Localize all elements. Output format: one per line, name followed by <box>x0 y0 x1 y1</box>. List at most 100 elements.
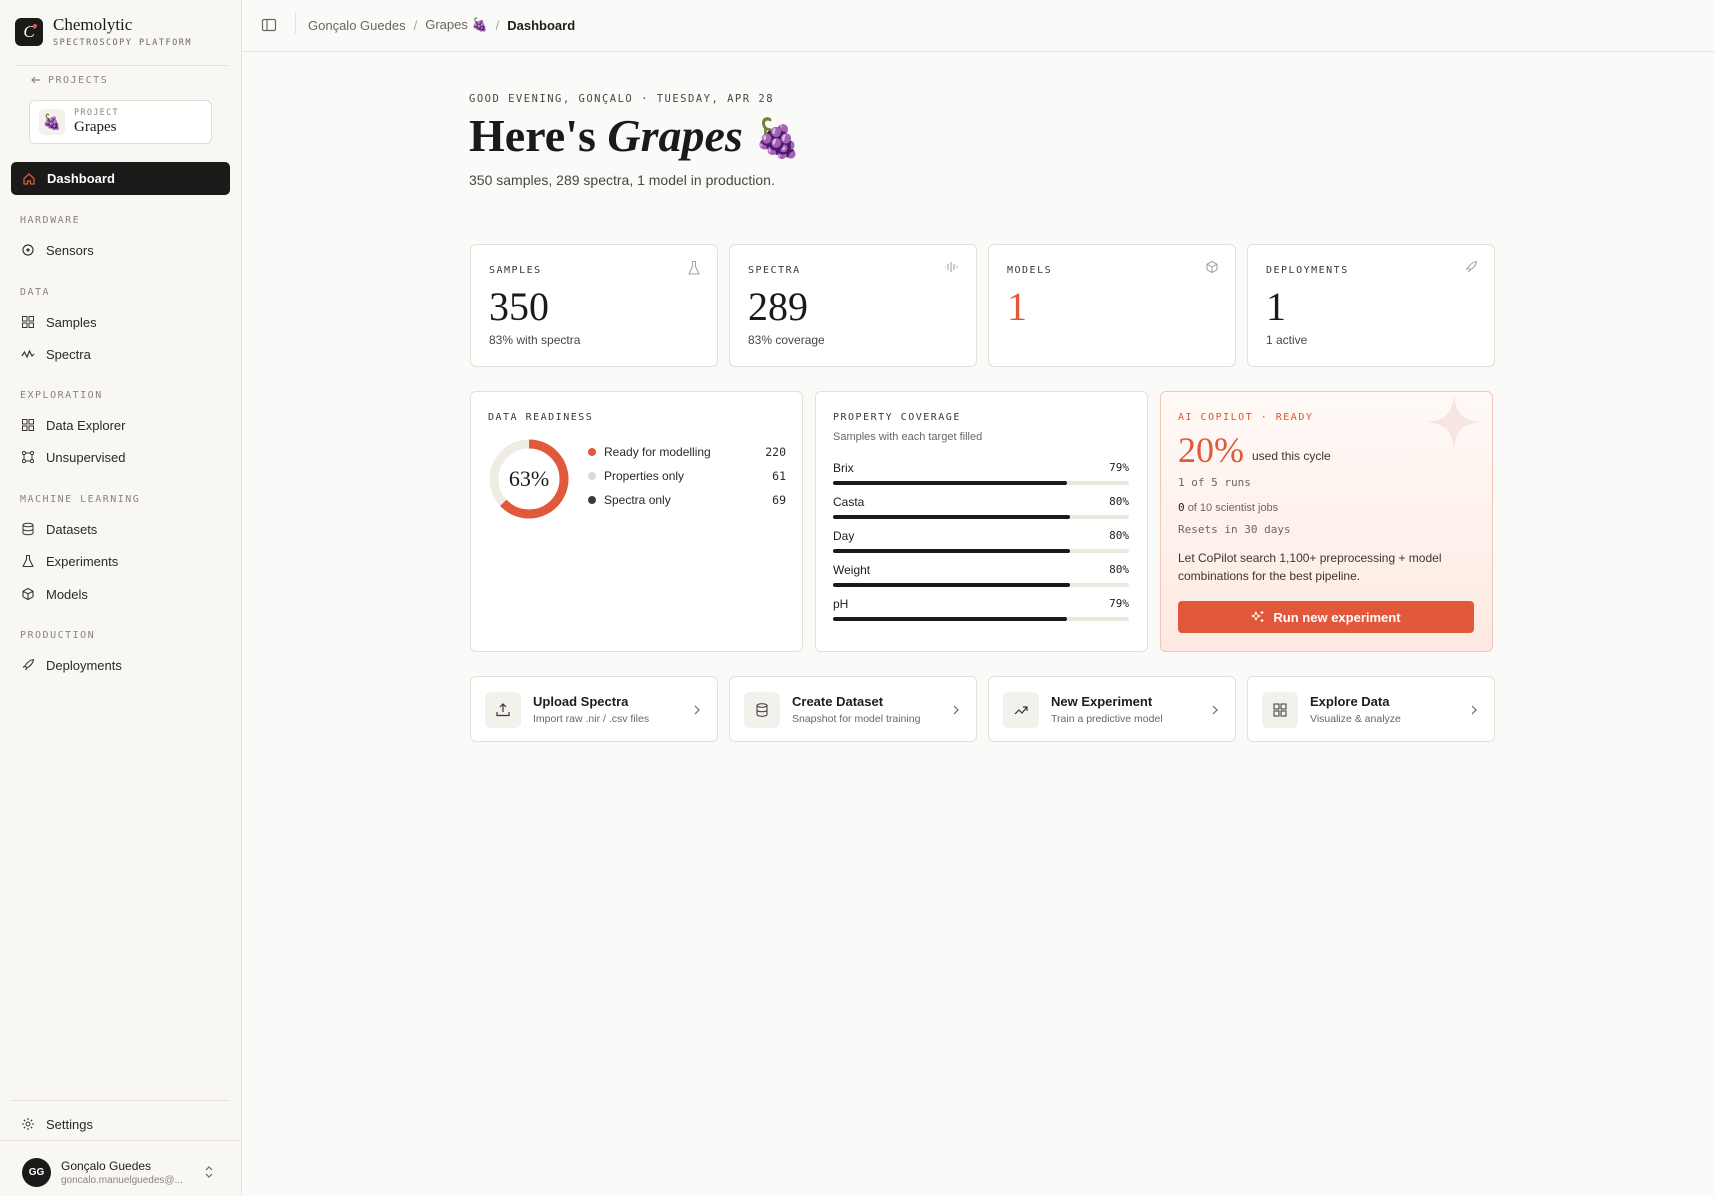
coverage-bar-fill <box>833 549 1070 553</box>
sidebar-divider <box>0 1140 242 1141</box>
legend-dot <box>588 496 596 504</box>
run-new-experiment-button[interactable]: Run new experiment <box>1178 601 1474 633</box>
stat-foot: 83% coverage <box>748 333 825 347</box>
panel-title: PROPERTY COVERAGE <box>833 412 961 423</box>
action-new-experiment[interactable]: New Experiment Train a predictive model <box>988 676 1236 742</box>
grid-icon <box>1273 703 1287 717</box>
stat-card-models[interactable]: MODELS 1 <box>988 244 1236 367</box>
breadcrumb-current: Dashboard <box>507 17 576 33</box>
run-new-experiment-label: Run new experiment <box>1273 609 1401 625</box>
breadcrumb-user[interactable]: Gonçalo Guedes <box>308 18 406 33</box>
project-emoji: 🍇 <box>39 109 65 135</box>
stat-card-spectra[interactable]: SPECTRA 289 83% coverage <box>729 244 977 367</box>
ai-copilot-panel: AI COPILOT · READY 20% used this cycle 1… <box>1160 391 1493 652</box>
sidebar-item-sensors[interactable]: Sensors <box>21 240 94 260</box>
action-subtitle: Import raw .nir / .csv files <box>533 713 650 725</box>
sidebar-divider <box>11 1100 230 1101</box>
project-switcher[interactable]: 🍇 PROJECT Grapes <box>29 100 212 144</box>
sidebar-item-models[interactable]: Models <box>21 584 88 604</box>
section-data: DATA <box>20 287 51 298</box>
action-title: Explore Data <box>1310 694 1390 709</box>
sidebar-item-label: Sensors <box>46 242 94 258</box>
coverage-bar-track <box>833 481 1129 485</box>
database-icon <box>756 703 768 717</box>
chevron-right-icon <box>1212 705 1218 715</box>
sidebar-item-deployments[interactable]: Deployments <box>21 655 122 675</box>
coverage-name: Casta <box>833 495 865 509</box>
action-subtitle: Train a predictive model <box>1051 713 1163 725</box>
upload-icon <box>496 703 510 717</box>
coverage-bar-track <box>833 617 1129 621</box>
sidebar-item-label: Settings <box>46 1116 93 1132</box>
user-menu[interactable]: GG Gonçalo Guedes goncalo.manuelguedes@.… <box>22 1158 222 1187</box>
sidebar-item-data-explorer[interactable]: Data Explorer <box>21 415 125 435</box>
sidebar-item-dashboard[interactable]: Dashboard <box>11 162 230 195</box>
cube-icon <box>1206 260 1218 274</box>
stat-label: MODELS <box>1007 265 1053 276</box>
section-exploration: EXPLORATION <box>20 390 103 401</box>
coverage-percent: 79% <box>1109 597 1129 610</box>
sidebar-item-spectra[interactable]: Spectra <box>21 344 91 364</box>
chevron-right-icon <box>1471 705 1477 715</box>
user-email: goncalo.manuelguedes@... <box>61 1175 183 1186</box>
coverage-percent: 80% <box>1109 563 1129 576</box>
legend-label: Properties only <box>604 469 685 483</box>
copilot-runs: 1 of 5 runs <box>1178 476 1251 489</box>
action-upload-spectra[interactable]: Upload Spectra Import raw .nir / .csv fi… <box>470 676 718 742</box>
stat-label: SPECTRA <box>748 265 801 276</box>
action-title: Upload Spectra <box>533 694 629 709</box>
sparkles-icon <box>1251 611 1264 622</box>
project-name: Grapes <box>74 119 117 135</box>
back-label: PROJECTS <box>48 74 109 86</box>
stat-value: 289 <box>748 284 808 329</box>
copilot-usage-note: used this cycle <box>1252 449 1331 463</box>
legend-dot <box>588 448 596 456</box>
legend-value: 61 <box>772 469 786 483</box>
breadcrumb: Gonçalo Guedes / Grapes 🍇 / Dashboard <box>308 17 576 33</box>
chevron-right-icon <box>953 705 959 715</box>
brand[interactable]: C Chemolytic SPECTROSCOPY PLATFORM <box>15 16 192 48</box>
coverage-name: Day <box>833 529 855 543</box>
home-icon <box>23 172 35 185</box>
coverage-row: pH 79% <box>833 597 1129 621</box>
grid-icon <box>22 419 34 431</box>
gear-icon <box>22 1118 34 1130</box>
action-create-dataset[interactable]: Create Dataset Snapshot for model traini… <box>729 676 977 742</box>
section-machine-learning: MACHINE LEARNING <box>20 494 141 505</box>
action-subtitle: Visualize & analyze <box>1310 713 1401 725</box>
stat-card-samples[interactable]: SAMPLES 350 83% with spectra <box>470 244 718 367</box>
page-title: Here's Grapes 🍇 <box>469 110 802 161</box>
legend-label: Spectra only <box>604 493 671 507</box>
sidebar-item-label: Datasets <box>46 521 98 537</box>
sidebar-item-experiments[interactable]: Experiments <box>21 551 118 571</box>
sidebar-item-label: Deployments <box>46 657 122 673</box>
sidebar-item-settings[interactable]: Settings <box>21 1114 93 1134</box>
arrow-left-icon <box>31 76 40 84</box>
target-icon <box>22 244 34 256</box>
grid-icon <box>22 316 34 328</box>
stat-card-deployments[interactable]: DEPLOYMENTS 1 1 active <box>1247 244 1495 367</box>
page-summary: 350 samples, 289 spectra, 1 model in pro… <box>469 172 775 188</box>
coverage-row: Brix 79% <box>833 461 1129 485</box>
readiness-percent: 63% <box>508 466 550 491</box>
action-subtitle: Snapshot for model training <box>792 713 921 725</box>
coverage-bar-fill <box>833 617 1067 621</box>
coverage-percent: 79% <box>1109 461 1129 474</box>
stat-label: DEPLOYMENTS <box>1266 265 1349 276</box>
sidebar-item-unsupervised[interactable]: Unsupervised <box>21 447 126 467</box>
sidebar-toggle-icon[interactable] <box>261 17 277 33</box>
panel-subtitle: Samples with each target filled <box>833 431 983 443</box>
cube-icon <box>22 587 34 601</box>
stat-value: 1 <box>1007 284 1027 329</box>
action-explore-data[interactable]: Explore Data Visualize & analyze <box>1247 676 1495 742</box>
sparkle-icon <box>1426 394 1482 450</box>
action-title: New Experiment <box>1051 694 1153 709</box>
action-title: Create Dataset <box>792 694 884 709</box>
sidebar-item-samples[interactable]: Samples <box>21 312 97 332</box>
chevron-updown-icon <box>205 1166 213 1178</box>
legend-row-ready: Ready for modelling 220 <box>588 445 786 459</box>
back-to-projects-link[interactable]: PROJECTS <box>30 74 108 86</box>
breadcrumb-project[interactable]: Grapes 🍇 <box>425 17 487 33</box>
sidebar-item-datasets[interactable]: Datasets <box>21 519 97 539</box>
legend-row-properties: Properties only 61 <box>588 469 786 483</box>
